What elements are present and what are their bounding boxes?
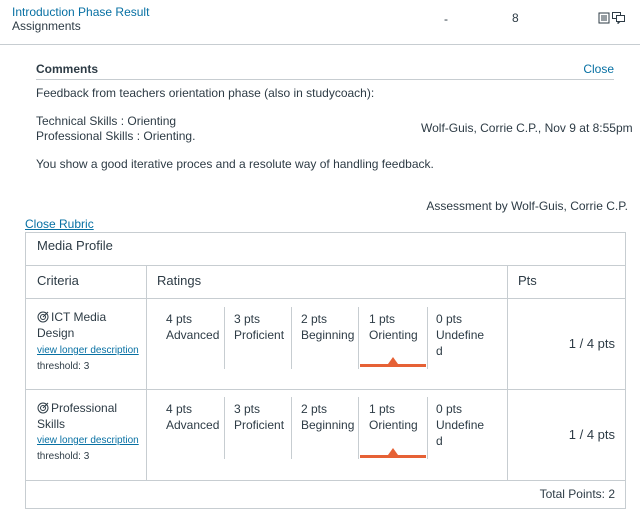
- rating-cell[interactable]: 2 pts Beginning: [301, 401, 354, 433]
- selected-rating-bar: [360, 364, 426, 367]
- view-longer-description-link[interactable]: view longer description: [37, 435, 139, 446]
- assignment-row: Introduction Phase Result Assignments - …: [0, 0, 640, 45]
- rating-cell[interactable]: 3 pts Proficient: [234, 311, 284, 343]
- criterion-threshold: threshold: 3: [37, 361, 90, 372]
- comments-heading: Comments: [36, 62, 99, 76]
- assignment-group: Assignments: [12, 19, 81, 33]
- close-comments-link[interactable]: Close: [583, 62, 614, 76]
- rubric-icon[interactable]: [598, 12, 610, 24]
- pts-header: Pts: [518, 273, 537, 288]
- assignment-title-link[interactable]: Introduction Phase Result: [12, 5, 149, 19]
- comment-line: Technical Skills : Orienting: [36, 114, 177, 128]
- rating-cell[interactable]: 0 pts Undefine d: [436, 311, 484, 359]
- rating-cell[interactable]: 2 pts Beginning: [301, 311, 354, 343]
- rubric-title: Media Profile: [37, 238, 113, 253]
- rating-cell[interactable]: 4 pts Advanced: [166, 401, 219, 433]
- assessment-by: Assessment by Wolf-Guis, Corrie C.P.: [426, 199, 628, 213]
- rubric-table: Media Profile Criteria Ratings Pts ICT M…: [25, 232, 626, 509]
- criterion-name: ICT Media Design: [37, 310, 107, 340]
- ratings-header: Ratings: [157, 273, 202, 288]
- comment-author: Wolf-Guis, Corrie C.P., Nov 9 at 8:55pm: [421, 121, 633, 135]
- selected-rating-marker: [388, 357, 398, 364]
- comment-line: You show a good iterative proces and a r…: [36, 157, 434, 171]
- rating-cell-selected[interactable]: 1 pts Orienting: [369, 311, 418, 343]
- comments-panel: Comments Close: [36, 62, 614, 80]
- criterion-target-icon: [37, 402, 49, 414]
- criterion-target-icon: [37, 311, 49, 323]
- rating-cell[interactable]: 4 pts Advanced: [166, 311, 219, 343]
- rating-cell-selected[interactable]: 1 pts Orienting: [369, 401, 418, 433]
- criterion-threshold: threshold: 3: [37, 451, 90, 462]
- criterion-score: 1 / 4 pts: [568, 336, 615, 351]
- comments-icon[interactable]: [612, 12, 625, 25]
- assignment-score: 8: [512, 11, 519, 25]
- selected-rating-bar: [360, 455, 426, 458]
- close-rubric-link[interactable]: Close Rubric: [25, 217, 94, 231]
- selected-rating-marker: [388, 448, 398, 455]
- comment-line: Feedback from teachers orientation phase…: [36, 86, 375, 100]
- view-longer-description-link[interactable]: view longer description: [37, 345, 139, 356]
- criterion-name: Professional Skills: [37, 401, 118, 431]
- criterion-score: 1 / 4 pts: [568, 427, 615, 442]
- comment-line: Professional Skills : Orienting.: [36, 129, 196, 143]
- rating-cell[interactable]: 3 pts Proficient: [234, 401, 284, 433]
- total-points: Total Points: 2: [539, 487, 615, 501]
- criteria-header: Criteria: [37, 273, 79, 288]
- assignment-status: -: [444, 12, 448, 26]
- rating-cell[interactable]: 0 pts Undefine d: [436, 401, 484, 449]
